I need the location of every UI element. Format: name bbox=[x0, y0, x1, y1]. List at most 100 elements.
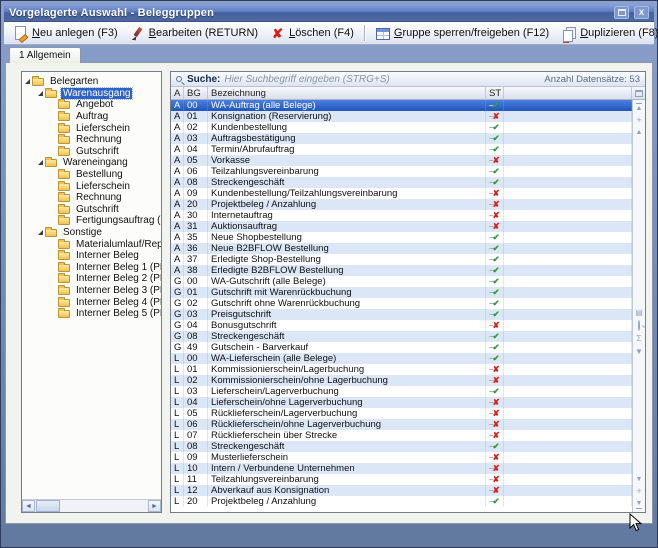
table-row[interactable]: A08Streckengeschäft✔ bbox=[171, 177, 632, 188]
title-bar[interactable]: Vorgelagerte Auswahl - Beleggruppen x bbox=[4, 4, 654, 22]
tree-item-interner-beleg-1-pps[interactable]: Interner Beleg 1 (PPS) bbox=[25, 262, 159, 274]
tree-item-bestellung[interactable]: Bestellung bbox=[25, 169, 159, 181]
table-row[interactable]: L03Lieferschein/Lagerverbuchung✔ bbox=[171, 386, 632, 397]
edit-button[interactable]: Bearbeiten (RETURN) bbox=[125, 24, 263, 43]
table-row[interactable]: A05Vorkasse✘ bbox=[171, 155, 632, 166]
scroll-up-icon[interactable]: ▲ bbox=[636, 129, 643, 136]
column-chooser-button[interactable] bbox=[632, 87, 645, 99]
tree-item-wareneingang[interactable]: Wareneingang bbox=[25, 157, 159, 169]
tree-item-lieferschein[interactable]: Lieferschein bbox=[25, 180, 159, 192]
table-row[interactable]: L12Abverkauf aus Konsignation✘ bbox=[171, 485, 632, 496]
table-row[interactable]: A04Termin/Abrufauftrag✔ bbox=[171, 144, 632, 155]
column-header-a[interactable]: A bbox=[171, 87, 184, 99]
table-row[interactable]: A06Teilzahlungsvereinbarung✔ bbox=[171, 166, 632, 177]
table-row[interactable]: G03Preisgutschrift✔ bbox=[171, 309, 632, 320]
insert-row-icon[interactable]: + bbox=[636, 116, 641, 125]
scroll-to-bottom-icon[interactable]: ▼ bbox=[636, 500, 643, 509]
table-row[interactable]: G01Gutschrift mit Warenrückbuchung✔ bbox=[171, 287, 632, 298]
tree-item-interner-beleg-2-pps[interactable]: Interner Beleg 2 (PPS) bbox=[25, 273, 159, 285]
tab-allgemein[interactable]: 1 Allgemein bbox=[9, 47, 81, 63]
folder-icon bbox=[58, 275, 70, 283]
close-button[interactable]: x bbox=[634, 6, 649, 19]
tree-expander-icon[interactable] bbox=[25, 79, 30, 84]
table-row[interactable]: A38Erledigte B2BFLOW Bestellung✔ bbox=[171, 265, 632, 276]
column-header-bezeichnung[interactable]: Bezeichnung bbox=[208, 87, 486, 99]
table-row[interactable]: A30Internetauftrag✘ bbox=[171, 210, 632, 221]
scrollbar-track[interactable] bbox=[60, 500, 148, 512]
table-row[interactable]: L08Streckengeschäft✔ bbox=[171, 441, 632, 452]
table-row[interactable]: L05Rücklieferschein/Lagerverbuchung✘ bbox=[171, 408, 632, 419]
tree-item-interner-beleg-5-pps[interactable]: Interner Beleg 5 (PPS) bbox=[25, 308, 159, 320]
table-row[interactable]: G02Gutschrift ohne Warenrückbuchung✔ bbox=[171, 298, 632, 309]
column-header-empty[interactable] bbox=[504, 87, 632, 99]
table-row[interactable]: A09Kundenbestellung/Teilzahlungsvereinba… bbox=[171, 188, 632, 199]
tree-expander-icon[interactable] bbox=[38, 160, 43, 165]
table-row[interactable]: L06Rücklieferschein/ohne Lagerverbuchung… bbox=[171, 419, 632, 430]
table-row[interactable]: G00WA-Gutschrift (alle Belege)✔ bbox=[171, 276, 632, 287]
tree-item-fertigungsauftrag-pps[interactable]: Fertigungsauftrag (PPS) bbox=[25, 215, 159, 227]
tree-item-sonstige[interactable]: Sonstige bbox=[25, 227, 159, 239]
scroll-down-icon[interactable]: ▼ bbox=[636, 476, 643, 483]
sum-icon[interactable]: Σ bbox=[637, 335, 642, 343]
table-row[interactable]: L01Kommissionierschein/Lagerbuchung✘ bbox=[171, 364, 632, 375]
table-row[interactable]: A02Kundenbestellung✔ bbox=[171, 122, 632, 133]
column-header-st[interactable]: ST bbox=[486, 87, 504, 99]
table-row[interactable]: L10Intern / Verbundene Unternehmen✘ bbox=[171, 463, 632, 474]
table-row[interactable]: L02Kommissionierschein/ohne Lagerbuchung… bbox=[171, 375, 632, 386]
tree-item-warenausgang[interactable]: Warenausgang bbox=[25, 88, 159, 100]
column-header-bg[interactable]: BG bbox=[184, 87, 208, 99]
table-row[interactable]: L20Projektbeleg / Anzahlung✔ bbox=[171, 496, 632, 507]
table-row[interactable]: A01Konsignation (Reservierung)✘ bbox=[171, 111, 632, 122]
delete-button[interactable]: ✘ Löschen (F4) bbox=[265, 24, 359, 43]
table-row[interactable]: G08Streckengeschäft✔ bbox=[171, 331, 632, 342]
tree-item-angebot[interactable]: Angebot bbox=[25, 99, 159, 111]
tree-item-belegarten[interactable]: Belegarten bbox=[25, 76, 159, 88]
table-row[interactable]: A31Auktionsauftrag✘ bbox=[171, 221, 632, 232]
tree-horizontal-scrollbar[interactable]: ◄ ► bbox=[22, 499, 161, 512]
tree-item-gutschrift[interactable]: Gutschrift bbox=[25, 204, 159, 216]
table-row[interactable]: A03Auftragsbestätigung✔ bbox=[171, 133, 632, 144]
search-input[interactable]: Hier Suchbegriff eingeben (STRG+S) bbox=[224, 74, 389, 85]
tree-item-interner-beleg-4-pps[interactable]: Interner Beleg 4 (PPS) bbox=[25, 296, 159, 308]
scroll-right-icon[interactable]: ► bbox=[148, 500, 161, 512]
tree-item-lieferschein[interactable]: Lieferschein bbox=[25, 122, 159, 134]
table-row[interactable]: L09Musterlieferschein✘ bbox=[171, 452, 632, 463]
tree-item-gutschrift[interactable]: Gutschrift bbox=[25, 146, 159, 158]
table-row[interactable]: L04Lieferschein/ohne Lagerverbuchung✘ bbox=[171, 397, 632, 408]
table-row[interactable]: L07Rücklieferschein über Strecke✘ bbox=[171, 430, 632, 441]
filter-icon[interactable]: ▼ bbox=[635, 348, 643, 356]
tree-item-interner-beleg-3-pps[interactable]: Interner Beleg 3 (PPS) bbox=[25, 285, 159, 297]
tree-expander-icon[interactable] bbox=[38, 230, 43, 235]
table-row[interactable]: A36Neue B2BFLOW Bestellung✔ bbox=[171, 243, 632, 254]
grid-search-bar[interactable]: Suche: Hier Suchbegriff eingeben (STRG+S… bbox=[171, 72, 645, 87]
scroll-to-top-icon[interactable]: ▲ bbox=[636, 103, 643, 112]
grid-view-icon[interactable]: ▤ bbox=[635, 309, 643, 317]
grid-rows[interactable]: A00WA-Auftrag (alle Belege)✔A01Konsignat… bbox=[171, 100, 632, 512]
table-row[interactable]: A35Neue Shopbestellung✔ bbox=[171, 232, 632, 243]
group-lock-button[interactable]: Gruppe sperren/freigeben (F12) bbox=[370, 24, 554, 43]
folder-icon bbox=[58, 252, 70, 260]
search-icon[interactable] bbox=[638, 322, 640, 330]
table-row[interactable]: A37Erledigte Shop-Bestellung✔ bbox=[171, 254, 632, 265]
new-button[interactable]: Neu anlegen (F3) bbox=[8, 24, 123, 43]
scrollbar-thumb[interactable] bbox=[36, 500, 60, 512]
tree-item-auftrag[interactable]: Auftrag bbox=[25, 111, 159, 123]
table-row[interactable]: L00WA-Lieferschein (alle Belege)✔ bbox=[171, 353, 632, 364]
duplicate-button[interactable]: Duplizieren (F8) bbox=[556, 24, 658, 43]
table-row[interactable]: G49Gutschein - Barverkauf✔ bbox=[171, 342, 632, 353]
tree-item-interner-beleg[interactable]: Interner Beleg bbox=[25, 250, 159, 262]
table-row[interactable]: A00WA-Auftrag (alle Belege)✔ bbox=[171, 100, 632, 111]
tree-item-rechnung[interactable]: Rechnung bbox=[25, 134, 159, 146]
document-type-tree[interactable]: BelegartenWarenausgangAngebotAuftragLief… bbox=[22, 72, 161, 499]
table-row[interactable]: A20Projektbeleg / Anzahlung✘ bbox=[171, 199, 632, 210]
restore-button[interactable] bbox=[614, 6, 629, 19]
tree-item-materialumlauf-reparatur[interactable]: Materialumlauf/Reparatur bbox=[25, 238, 159, 250]
tree-expander-icon[interactable] bbox=[38, 91, 43, 96]
scroll-left-icon[interactable]: ◄ bbox=[22, 500, 35, 512]
grid-side-strip[interactable]: ▲ + ▲ ▤ Σ ▼ ▼ + ▼ bbox=[632, 100, 645, 512]
cell-empty bbox=[504, 111, 632, 122]
insert-row-icon[interactable]: + bbox=[636, 487, 641, 496]
table-row[interactable]: L11Teilzahlungsvereinbarung✘ bbox=[171, 474, 632, 485]
tree-item-rechnung[interactable]: Rechnung bbox=[25, 192, 159, 204]
table-row[interactable]: G04Bonusgutschrift✘ bbox=[171, 320, 632, 331]
